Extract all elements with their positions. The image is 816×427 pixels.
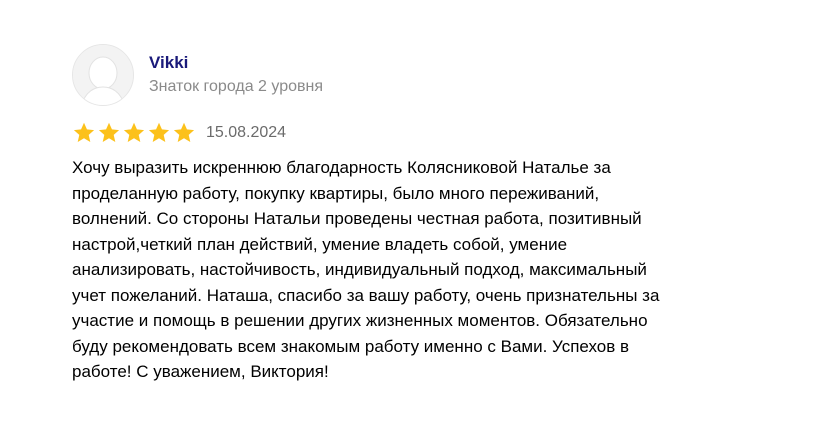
review-text-line: проделанную работу, покупку квартиры, бы… (72, 183, 600, 203)
star-icon (123, 122, 145, 142)
review-text-line: анализировать, настойчивость, индивидуал… (72, 260, 647, 279)
review-date: 15.08.2024 (206, 124, 287, 141)
default-user-avatar-icon (73, 45, 133, 105)
review-text-line: настрой,четкий план действий, умение вла… (72, 234, 568, 254)
star-icon (73, 122, 95, 142)
star-icon (173, 122, 195, 142)
review-text-line: Хочу выразить искреннюю благодарность Ко… (72, 158, 611, 177)
star-icon (98, 122, 120, 142)
review-text-line: буду рекомендовать всем знакомым работу … (72, 336, 630, 356)
review-card: Vikki Знаток города 2 уровня 15.08.2024 … (72, 44, 772, 385)
review-text-line: участие и помощь в решении других жизнен… (72, 311, 648, 330)
user-avatar-icon[interactable] (72, 44, 134, 106)
review-text-line: волнений. Со стороны Натальи проведены ч… (72, 209, 642, 228)
review-header: Vikki Знаток города 2 уровня (72, 44, 772, 106)
review-text-line: работе! С уважением, Виктория! (72, 362, 329, 381)
author-info: Vikki Знаток города 2 уровня (149, 53, 323, 97)
author-level-label: Знаток города 2 уровня (149, 78, 324, 95)
review-meta: 15.08.2024 (72, 120, 772, 146)
star-icon (148, 122, 170, 142)
review-text: Хочу выразить искреннюю благодарность Ко… (72, 155, 752, 385)
review-text-line: учет пожеланий. Наташа, спасибо за вашу … (72, 285, 660, 305)
rating-stars (72, 121, 196, 145)
author-name-link[interactable]: Vikki (149, 53, 323, 73)
